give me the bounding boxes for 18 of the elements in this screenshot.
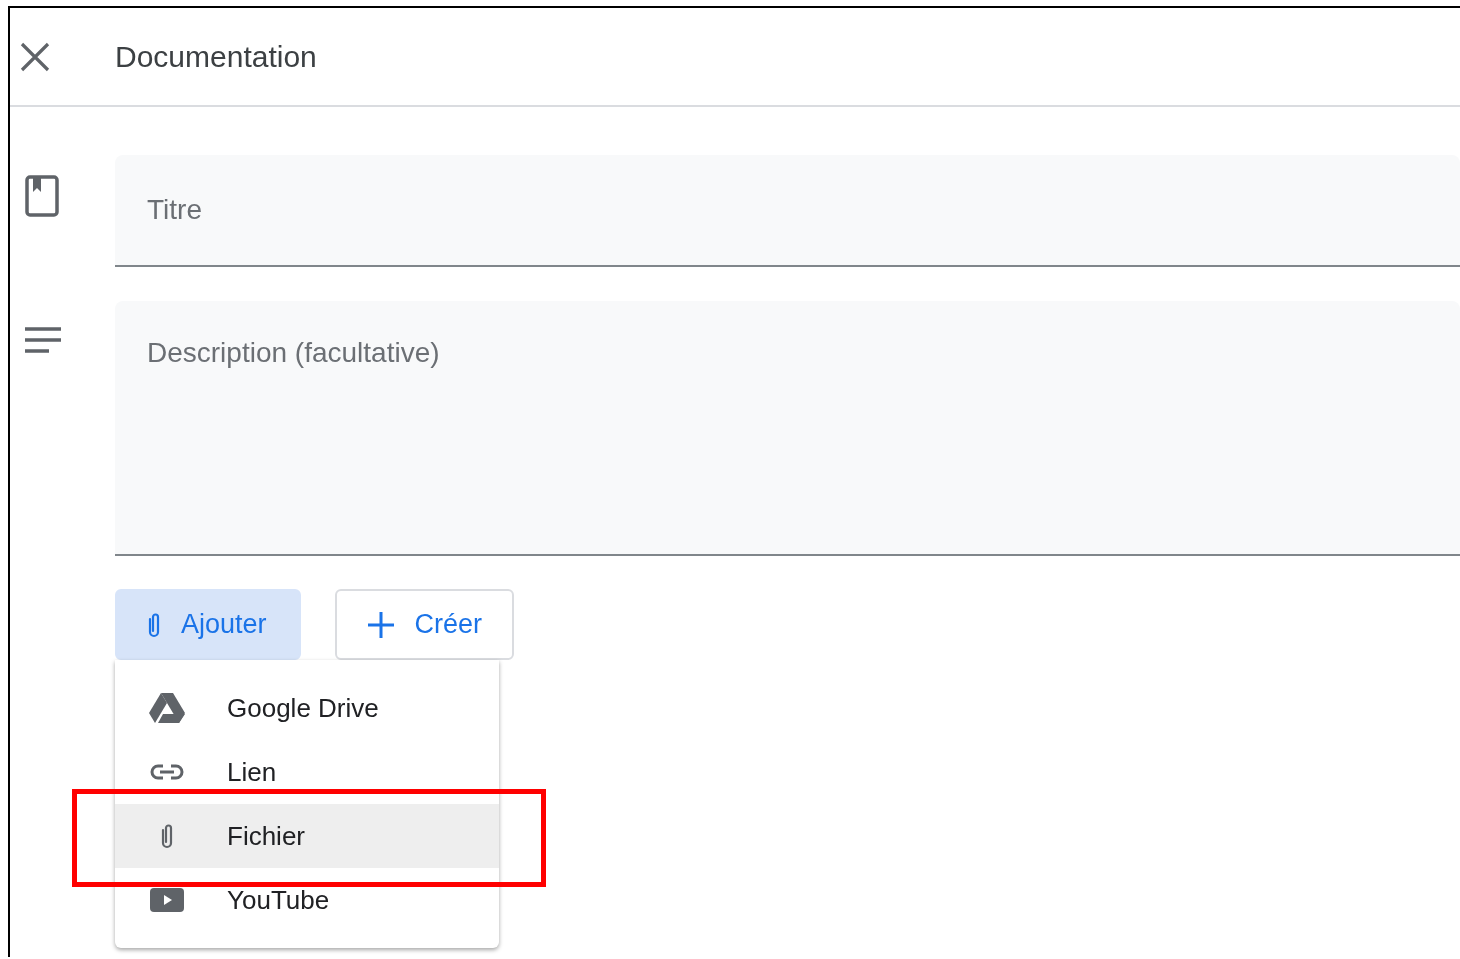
text-lines-icon: [25, 327, 61, 353]
title-field[interactable]: Titre: [115, 155, 1460, 267]
menu-item[interactable]: YouTube: [115, 868, 499, 932]
link-icon: [149, 763, 185, 781]
close-icon: [20, 41, 50, 72]
menu-item[interactable]: Fichier: [115, 804, 499, 868]
paperclip-icon: [147, 610, 161, 639]
menu-item[interactable]: Google Drive: [115, 676, 499, 740]
create-button[interactable]: Créer: [334, 589, 515, 660]
dialog-title: Documentation: [115, 39, 317, 74]
menu-item[interactable]: Lien: [115, 740, 499, 804]
add-button[interactable]: Ajouter: [115, 589, 301, 660]
video-play-icon: [150, 888, 184, 912]
paperclip-icon: [160, 822, 174, 850]
bookmark-icon: [25, 175, 59, 217]
description-field[interactable]: Description (facultative): [115, 301, 1460, 556]
drive-icon: [149, 692, 185, 724]
plus-icon: [366, 610, 395, 639]
